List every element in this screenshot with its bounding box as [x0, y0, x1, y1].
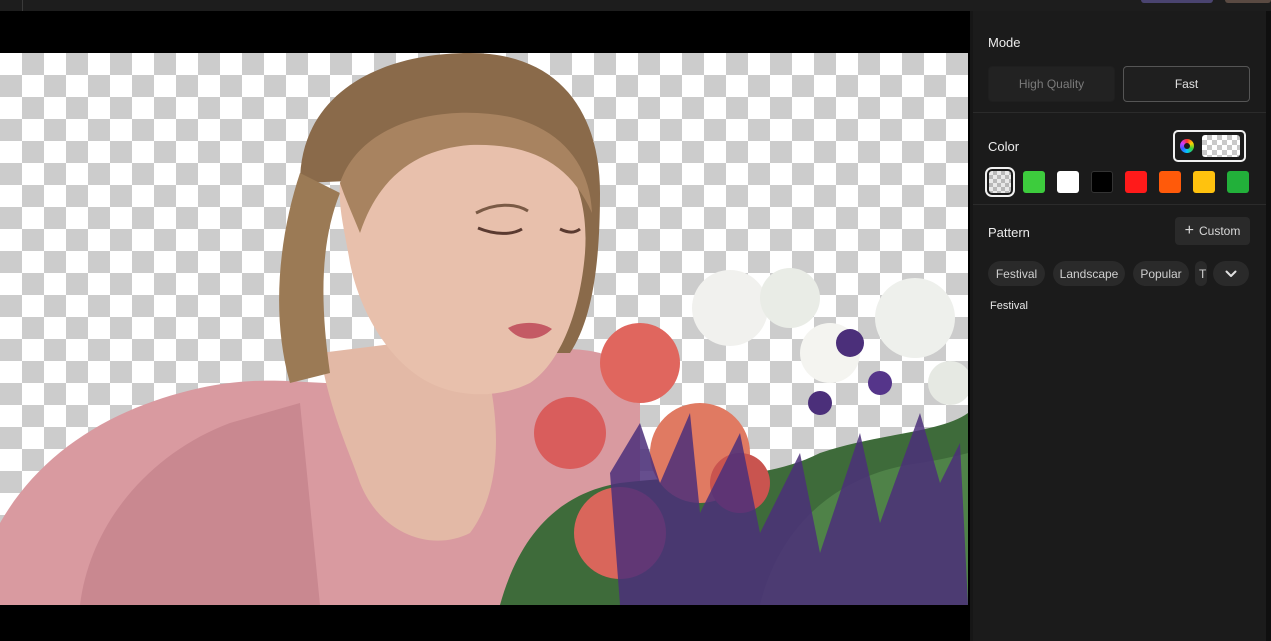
cutout-image: [0, 53, 968, 605]
pattern-category-title: Festival: [990, 300, 1028, 312]
more-categories-button[interactable]: [1213, 261, 1249, 286]
chip-truncated[interactable]: T: [1195, 261, 1207, 286]
swatch-transparent[interactable]: [985, 167, 1015, 197]
swatch-green[interactable]: [1227, 171, 1249, 193]
add-custom-pattern-button[interactable]: + Custom: [1175, 217, 1250, 245]
chevron-down-icon: [1225, 270, 1237, 277]
pattern-label: Pattern: [988, 225, 1030, 240]
mode-fast-button[interactable]: Fast: [1123, 66, 1250, 102]
custom-button-label: Custom: [1199, 224, 1241, 238]
toolbar-divider: [22, 0, 23, 11]
preview-canvas[interactable]: [0, 11, 970, 641]
current-color-preview: [1202, 135, 1240, 157]
settings-panel: Mode High Quality Fast Color Pattern + C…: [973, 11, 1266, 641]
panel-scroll-edge: [1266, 11, 1271, 641]
section-divider: [973, 204, 1266, 205]
swatch-white[interactable]: [1057, 171, 1079, 193]
top-toolbar: [0, 0, 1271, 11]
custom-color-picker[interactable]: [1173, 130, 1246, 162]
swatch-orange[interactable]: [1159, 171, 1181, 193]
swatch-light-green[interactable]: [1023, 171, 1045, 193]
section-divider: [973, 112, 1266, 113]
swatch-yellow[interactable]: [1193, 171, 1215, 193]
swatch-black[interactable]: [1091, 171, 1113, 193]
mode-label: Mode: [988, 35, 1021, 50]
chip-festival[interactable]: Festival: [988, 261, 1045, 286]
mode-high-quality-button[interactable]: High Quality: [988, 66, 1115, 102]
chip-landscape[interactable]: Landscape: [1053, 261, 1125, 286]
cutout-subject-illustration: [0, 53, 968, 605]
toolbar-button-primary[interactable]: [1141, 0, 1213, 3]
toolbar-button-secondary[interactable]: [1225, 0, 1271, 3]
color-label: Color: [988, 139, 1020, 154]
color-wheel-icon: [1180, 139, 1194, 153]
swatch-red[interactable]: [1125, 171, 1147, 193]
plus-icon: +: [1184, 222, 1194, 239]
chip-popular[interactable]: Popular: [1133, 261, 1189, 286]
